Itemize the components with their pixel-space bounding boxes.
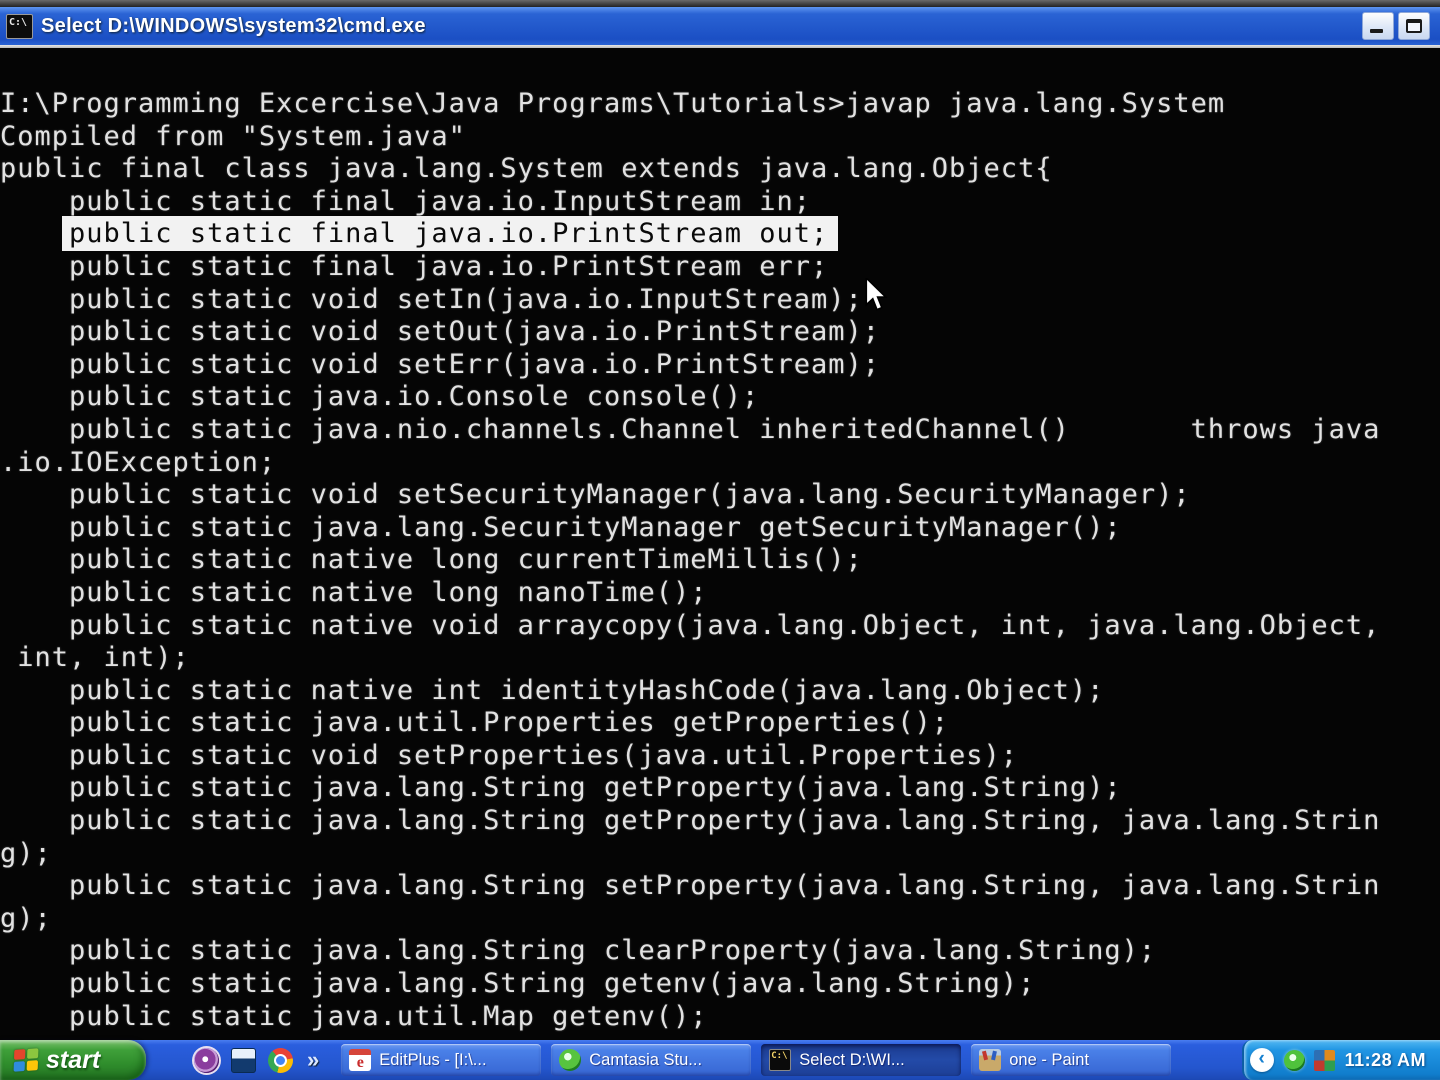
taskbar: start » e EditPlus - [I:\... Camtasia Stu.… xyxy=(0,1040,1440,1080)
taskbar-button-editplus[interactable]: e EditPlus - [I:\... xyxy=(341,1044,542,1076)
system-tray: ‹ 11:28 AM xyxy=(1241,1040,1440,1080)
window-title: Select D:\WINDOWS\system32\cmd.exe xyxy=(41,14,426,37)
taskbar-button-camtasia[interactable]: Camtasia Stu... xyxy=(551,1044,752,1076)
tray-icons xyxy=(1283,1049,1335,1071)
camtasia-tray-icon[interactable] xyxy=(1283,1049,1305,1071)
clock: 11:28 AM xyxy=(1344,1049,1426,1070)
taskbar-button-paint[interactable]: one - Paint xyxy=(971,1044,1172,1076)
paint-icon xyxy=(979,1049,1002,1071)
start-label: start xyxy=(46,1045,101,1074)
terminal-line: public static java.nio.channels.Channel … xyxy=(0,413,1381,445)
terminal-line: int, int); xyxy=(0,642,190,674)
task-button-area: e EditPlus - [I:\... Camtasia Stu... C:\ Sel… xyxy=(341,1044,1172,1076)
maximize-button[interactable] xyxy=(1398,12,1430,40)
terminal-line: public static void setProperties(java.ut… xyxy=(0,739,1019,771)
maximize-icon xyxy=(1406,19,1422,33)
windows-flag-icon xyxy=(13,1048,39,1072)
cmd-icon-glyph: C:\ xyxy=(9,16,28,28)
window-top-edge xyxy=(0,0,1440,7)
terminal-line: public static java.lang.String getProper… xyxy=(0,772,1122,804)
purple-app-icon[interactable] xyxy=(194,1047,219,1073)
taskbar-button-cmd[interactable]: C:\ Select D:\WI... xyxy=(761,1044,962,1076)
display-settings-tray-icon[interactable] xyxy=(1313,1049,1335,1071)
terminal-line: public static void setIn(java.io.InputSt… xyxy=(0,283,863,315)
taskbar-button-label: Select D:\WI... xyxy=(799,1050,905,1069)
terminal-line: public static java.io.Console console(); xyxy=(0,381,760,413)
selected-text: public static final java.io.PrintStream … xyxy=(62,216,839,252)
minimize-button[interactable] xyxy=(1362,12,1394,40)
terminal-line: public static java.util.Map getenv(); xyxy=(0,1000,708,1032)
terminal-line: public static java.lang.String clearProp… xyxy=(0,935,1157,967)
camtasia-icon xyxy=(559,1049,582,1071)
terminal-line: public static native int identityHashCod… xyxy=(0,674,1105,706)
terminal-line: public static java.lang.String getenv(ja… xyxy=(0,968,1036,1000)
terminal-line: public static final java.io.InputStream … xyxy=(0,185,812,217)
start-button[interactable]: start xyxy=(0,1040,146,1080)
titlebar[interactable]: C:\ Select D:\WINDOWS\system32\cmd.exe xyxy=(0,7,1440,45)
terminal-line: public static native long currentTimeMil… xyxy=(0,544,863,576)
mouse-cursor xyxy=(865,278,888,311)
quick-launch-bar xyxy=(194,1047,293,1073)
tray-collapse-icon[interactable]: ‹ xyxy=(1249,1048,1274,1072)
taskbar-button-label: Camtasia Stu... xyxy=(589,1050,703,1069)
taskbar-button-label: one - Paint xyxy=(1009,1050,1090,1069)
quick-launch-overflow-icon[interactable]: » xyxy=(307,1047,319,1073)
terminal-line-selected: public static final java.io.PrintStream … xyxy=(0,216,1440,252)
chrome-icon[interactable] xyxy=(268,1047,293,1073)
window-controls xyxy=(1362,12,1434,40)
editplus-icon: e xyxy=(349,1049,372,1071)
terminal-line: I:\Programming Excercise\Java Programs\T… xyxy=(0,88,1226,119)
cmd-icon: C:\ xyxy=(6,13,33,39)
terminal-line: public static native void arraycopy(java… xyxy=(0,609,1381,641)
taskbar-button-label: EditPlus - [I:\... xyxy=(379,1050,487,1069)
terminal-line: public static java.lang.String setProper… xyxy=(0,870,1381,902)
screen: C:\ Select D:\WINDOWS\system32\cmd.exe I… xyxy=(0,0,1440,1080)
terminal-line: public static java.util.Properties getPr… xyxy=(0,707,950,739)
terminal-line: public static java.lang.String getProper… xyxy=(0,805,1381,837)
terminal-line: public final class java.lang.System exte… xyxy=(0,153,1053,185)
terminal-line: g); xyxy=(0,837,52,869)
terminal-line: public static void setOut(java.io.PrintS… xyxy=(0,316,881,348)
console-output[interactable]: I:\Programming Excercise\Java Programs\T… xyxy=(0,48,1440,1040)
terminal-line: g); xyxy=(0,902,52,934)
minimize-icon xyxy=(1370,29,1383,33)
terminal-line: public static void setErr(java.io.PrintS… xyxy=(0,348,881,380)
cmd-icon: C:\ xyxy=(769,1049,792,1071)
terminal-line: public static native long nanoTime(); xyxy=(0,576,708,608)
terminal-line: public static void setSecurityManager(ja… xyxy=(0,479,1191,511)
terminal-line: public static java.lang.SecurityManager … xyxy=(0,511,1122,543)
terminal-line: .io.IOException; xyxy=(0,446,277,478)
monitor-app-icon[interactable] xyxy=(231,1047,256,1073)
terminal-line: public static final java.io.PrintStream … xyxy=(0,250,829,282)
terminal-line: Compiled from "System.java" xyxy=(0,120,466,152)
